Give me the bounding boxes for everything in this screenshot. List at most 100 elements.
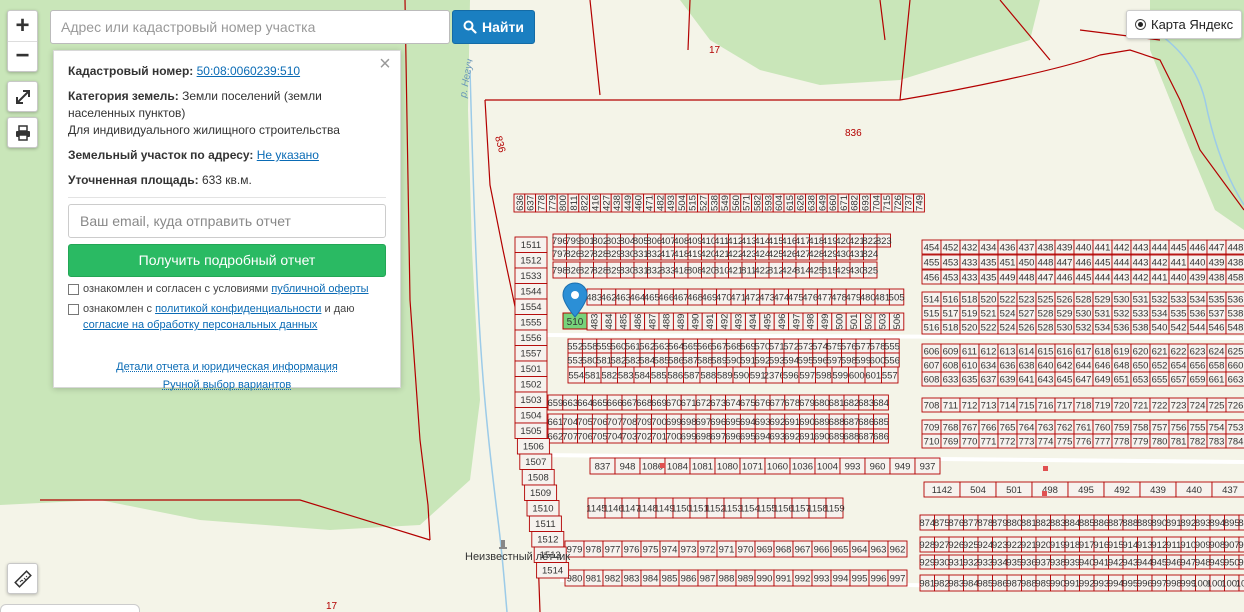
- public-offer-link[interactable]: публичной оферты: [271, 283, 368, 295]
- get-report-button[interactable]: Получить подробный отчет: [68, 244, 386, 277]
- zoom-in-button[interactable]: +: [8, 11, 37, 41]
- parcel-number: 780: [1152, 437, 1168, 448]
- parcel-number: 696: [725, 432, 741, 443]
- address-row: Земельный участок по адресу: Не указано: [68, 147, 386, 164]
- parcel-number: 657: [1171, 375, 1187, 386]
- parcel-number: 646: [1095, 361, 1111, 372]
- parcel-number: 1084: [667, 462, 688, 473]
- parcel-number: 1514: [542, 566, 563, 577]
- parcel-number: 965: [833, 545, 849, 556]
- parcel-number: 515: [688, 195, 699, 211]
- parcel-number: 990: [757, 574, 773, 585]
- parcel-number: 972: [700, 545, 716, 556]
- address-link[interactable]: Не указано: [257, 148, 319, 162]
- parcel-number: 633: [943, 375, 959, 386]
- parcel-number: 770: [962, 437, 978, 448]
- parcel-number: 596: [783, 371, 799, 382]
- parcel-number: 450: [1019, 258, 1035, 269]
- parcel-number: 492: [719, 314, 730, 330]
- cadastral-number-link[interactable]: 50:08:0060239:510: [197, 64, 300, 78]
- parcel-number: 718: [1076, 401, 1092, 412]
- parcel-number: 443: [1133, 258, 1149, 269]
- parcel-number: 456: [924, 273, 940, 284]
- parcel-number: 449: [1000, 273, 1016, 284]
- parcel-number: 527: [1019, 309, 1035, 320]
- fullscreen-button[interactable]: [7, 81, 38, 112]
- parcel-number: 882: [1035, 518, 1051, 529]
- parcel-number: 716: [1038, 401, 1054, 412]
- print-button[interactable]: [7, 117, 38, 148]
- parcel-number: 977: [605, 545, 621, 556]
- parcel-number: 925: [963, 540, 979, 551]
- parcel-number: 934: [992, 558, 1008, 569]
- parcel-number: 917: [1079, 540, 1095, 551]
- manual-selection-link[interactable]: Ручной выбор вариантов: [163, 379, 291, 391]
- parcel-number: 446: [1057, 273, 1073, 284]
- parcel-number: 987: [1006, 579, 1022, 590]
- parcel-number: 611: [962, 347, 977, 358]
- parcel-number: 949: [895, 462, 911, 473]
- parcel-number: 440: [1076, 243, 1092, 254]
- parcel-number: 649: [817, 195, 828, 211]
- parcel-number: 490: [691, 314, 702, 330]
- parcel-number: 726: [893, 195, 904, 211]
- parcel-number: 710: [924, 437, 940, 448]
- parcel-number: 992: [1079, 579, 1095, 590]
- parcel-number: 2376: [764, 371, 785, 382]
- parcel-number: 535: [1209, 295, 1225, 306]
- parcel-number: 441: [1152, 273, 1168, 284]
- road-label-17-south: 17: [326, 601, 338, 612]
- parcel-number: 714: [1000, 401, 1016, 412]
- zoom-control: + −: [7, 10, 38, 72]
- bottom-panel-tab[interactable]: [0, 604, 140, 612]
- parcel-number: 708: [924, 401, 940, 412]
- parcel-number: 687: [858, 432, 874, 443]
- parcel-number: 536: [1114, 323, 1130, 334]
- parcel-number: 711: [943, 401, 958, 412]
- parcel-number: 499: [820, 314, 831, 330]
- parcel-number: 720: [1114, 401, 1130, 412]
- find-button[interactable]: Найти: [452, 10, 535, 44]
- parcel-number: 726: [1228, 401, 1244, 412]
- parcel-number: 676: [755, 398, 771, 409]
- privacy-consent-checkbox[interactable]: [68, 304, 79, 315]
- zoom-out-button[interactable]: −: [8, 40, 37, 71]
- parcel-number: 642: [1057, 361, 1073, 372]
- parcel-number: 708: [621, 417, 637, 428]
- parcel-number: 759: [1114, 423, 1130, 434]
- offer-consent-checkbox[interactable]: [68, 284, 79, 295]
- parcel-number: 935: [1006, 558, 1022, 569]
- parcel-number: 893: [1195, 518, 1211, 529]
- parcel-number: 706: [592, 417, 608, 428]
- parcel-number: 660: [828, 195, 839, 211]
- parcel-number: 435: [981, 273, 997, 284]
- email-field[interactable]: [68, 204, 386, 238]
- close-icon[interactable]: ×: [376, 54, 394, 74]
- parcel-number: 439: [1150, 485, 1166, 496]
- parcel-number: 679: [799, 398, 815, 409]
- panel-footer-links: Детали отчета и юридическая информация Р…: [68, 358, 386, 394]
- personal-data-link[interactable]: согласие на обработку персональных данны…: [83, 319, 317, 331]
- parcel-number: 771: [981, 437, 997, 448]
- parcel-number: 1508: [528, 473, 549, 484]
- parcel-number: 607: [924, 361, 940, 372]
- parcel-number: 762: [1057, 423, 1073, 434]
- parcel-number: 709: [636, 417, 652, 428]
- details-link[interactable]: Детали отчета и юридическая информация: [116, 361, 338, 373]
- parcel-number: 432: [962, 243, 978, 254]
- parcel-number: 761: [1076, 423, 1092, 434]
- parcel-number: 704: [562, 417, 578, 428]
- parcel-number: 560: [731, 195, 742, 211]
- parcel-number: 458: [1228, 273, 1244, 284]
- privacy-policy-link[interactable]: политикой конфиденциальности: [155, 303, 321, 315]
- parcel-number: 444: [1095, 273, 1111, 284]
- layer-switcher[interactable]: Карта Яндекс: [1126, 10, 1242, 39]
- parcel-number: 521: [981, 309, 997, 320]
- search-input[interactable]: [50, 10, 450, 44]
- parcel-number: 695: [725, 417, 741, 428]
- parcel-number: 491: [705, 314, 716, 330]
- parcel-number: 460: [634, 195, 645, 211]
- ruler-button[interactable]: [7, 563, 38, 594]
- parcel-number: 697: [695, 417, 711, 428]
- parcel-number: 702: [636, 432, 652, 443]
